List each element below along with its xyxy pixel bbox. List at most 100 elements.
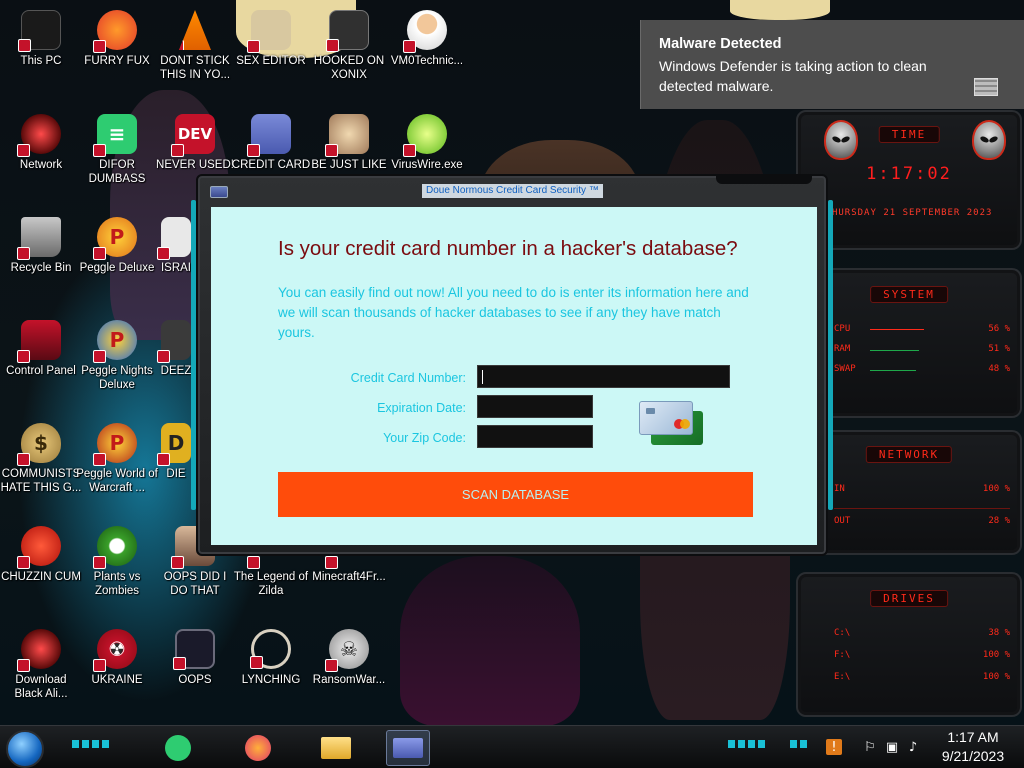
taskbar-chat-app[interactable] xyxy=(156,730,200,766)
editor-icon xyxy=(247,10,291,53)
drive-label: C:\ xyxy=(834,628,851,638)
cpu-row: CPU 56 % xyxy=(834,324,1010,336)
time-gadget-title: TIME xyxy=(878,126,940,143)
net-out-label: OUT xyxy=(834,516,851,526)
icon-label: DIFOR DUMBASS xyxy=(88,159,146,185)
window-titlebar[interactable]: Doue Normous Credit Card Security ™ xyxy=(198,182,826,200)
taskbar-clock[interactable]: 1:17 AM 9/21/2023 xyxy=(930,728,1016,766)
tray-flag-icon[interactable]: ⚐ xyxy=(862,739,878,755)
desktop-icon-this-pc[interactable]: This PC xyxy=(0,10,82,68)
credit-cards-image xyxy=(639,401,709,451)
icon-label: OOPS xyxy=(178,674,212,686)
drives-gadget: DRIVES C:\ 38 % F:\ 100 % E:\ 100 % xyxy=(796,572,1022,717)
zip-label: Your Zip Code: xyxy=(383,431,466,445)
desktop-icon-network[interactable]: Network xyxy=(0,114,82,172)
drive-row: E:\ 100 % xyxy=(834,672,1010,684)
swap-bar xyxy=(870,370,916,371)
swap-row: SWAP 48 % xyxy=(834,364,1010,376)
desktop-icon-peggle-deluxe[interactable]: P Peggle Deluxe xyxy=(76,217,158,275)
expiration-input[interactable] xyxy=(477,395,593,418)
desktop-icon-never-used[interactable]: DEV NEVER USED! xyxy=(154,114,236,172)
taskbar-firefox[interactable] xyxy=(236,730,280,766)
swap-value: 48 % xyxy=(988,364,1010,374)
icon-label: Network xyxy=(19,159,63,171)
desktop-icon-lynching[interactable]: LYNCHING xyxy=(230,629,312,687)
clock-time: 1:17 AM xyxy=(947,729,999,745)
window-frame-accent xyxy=(191,200,196,510)
peggle-wow-icon: P xyxy=(93,423,137,466)
chuzzle-icon xyxy=(17,526,61,569)
icon-label: COMMUNISTS HATE THIS G... xyxy=(0,468,82,494)
drive-value: 38 % xyxy=(988,628,1010,638)
drive-value: 100 % xyxy=(982,672,1010,682)
defender-castle-icon xyxy=(974,78,998,96)
desktop-icon-hooked-on-xonix[interactable]: HOOKED ON XONIX xyxy=(308,10,390,82)
chat-app-icon: ≡ xyxy=(93,114,137,157)
card-number-input[interactable] xyxy=(477,365,730,388)
zip-input[interactable] xyxy=(477,425,593,448)
taskbar-file-explorer[interactable] xyxy=(314,730,358,766)
gadget-clock: 1:17:02 xyxy=(866,164,952,184)
icon-label: LYNCHING xyxy=(241,674,301,686)
icon-label: Peggle World of Warcraft ... xyxy=(76,468,158,494)
tray-warning-icon[interactable]: ! xyxy=(826,739,842,755)
drive-row: C:\ 38 % xyxy=(834,628,1010,640)
desktop-icon-ukraine[interactable]: ☢ UKRAINE xyxy=(76,629,158,687)
window-title: Doue Normous Credit Card Security ™ xyxy=(422,184,603,198)
alien-head-icon xyxy=(824,120,858,160)
net-out-row: OUT 28 % xyxy=(834,516,1010,528)
intro-text: You can easily find out now! All you nee… xyxy=(278,285,749,340)
malware-notification[interactable]: Malware Detected Windows Defender is tak… xyxy=(640,20,1024,109)
card-chip xyxy=(646,408,655,414)
ram-bar xyxy=(870,350,919,351)
peggle-icon: P xyxy=(93,217,137,260)
desktop-icon-be-just-like[interactable]: BE JUST LIKE xyxy=(308,114,390,172)
cpu-value: 56 % xyxy=(988,324,1010,334)
desktop-icon-chuzzin[interactable]: CHUZZIN CUM xyxy=(0,526,82,584)
desktop-icon-control-panel[interactable]: Control Panel xyxy=(0,320,82,378)
icon-label: NEVER USED! xyxy=(156,159,234,171)
dev-cpp-icon: DEV xyxy=(171,114,215,157)
drives-gadget-title: DRIVES xyxy=(870,590,948,607)
radiation-icon: ☢ xyxy=(93,629,137,672)
desktop-icon-vm0technic[interactable]: VM0Technic... xyxy=(386,10,468,68)
desktop-icon-credit-card[interactable]: CREDIT CARD xyxy=(230,114,312,172)
icon-label: VM0Technic... xyxy=(390,55,464,67)
desktop-icon-download-black[interactable]: Download Black Ali... xyxy=(0,629,82,701)
drive-label: F:\ xyxy=(834,650,851,660)
firefox-icon xyxy=(245,735,271,761)
drive-value: 100 % xyxy=(982,650,1010,660)
credit-card-security-window: Doue Normous Credit Card Security ™ Is y… xyxy=(191,174,833,556)
desktop-icon-furry-fux[interactable]: FURRY FUX xyxy=(76,10,158,68)
desktop-icon-viruswire[interactable]: VirusWire.exe xyxy=(386,114,468,172)
icon-label: This PC xyxy=(20,55,62,67)
desktop-icon-recycle-bin[interactable]: Recycle Bin xyxy=(0,217,82,275)
icon-label: The Legend of Zilda xyxy=(233,571,309,597)
desktop-icon-communists[interactable]: $ COMMUNISTS HATE THIS G... xyxy=(0,423,82,495)
icon-label: RansomWar... xyxy=(312,674,386,686)
taskbar-credit-card-app[interactable] xyxy=(386,730,430,766)
desktop-icon-dont-stick[interactable]: DONT STICK THIS IN YO... xyxy=(154,10,236,82)
wallpaper-cartoon-face-2 xyxy=(730,0,830,20)
taskbar: ! ⚐ ▣ ♪ 1:17 AM 9/21/2023 xyxy=(0,725,1024,768)
net-in-label: IN xyxy=(834,484,845,494)
drive-row: F:\ 100 % xyxy=(834,650,1010,662)
monitor-icon xyxy=(173,629,215,670)
desktop-icon-difor-dumbass[interactable]: ≡ DIFOR DUMBASS xyxy=(76,114,158,186)
icon-label: UKRAINE xyxy=(91,674,143,686)
desktop-icon-peggle-wow[interactable]: P Peggle World of Warcraft ... xyxy=(76,423,158,495)
window-content: Is your credit card number in a hacker's… xyxy=(211,207,817,545)
icon-label: Peggle Nights Deluxe xyxy=(81,365,153,391)
tray-volume-icon[interactable]: ♪ xyxy=(905,739,921,755)
start-button[interactable] xyxy=(6,730,44,768)
taskbar-decoration xyxy=(790,740,810,748)
tray-network-icon[interactable]: ▣ xyxy=(884,739,900,755)
desktop-icon-peggle-nights[interactable]: P Peggle Nights Deluxe xyxy=(76,320,158,392)
desktop-icon-sex-editor[interactable]: SEX EDITOR xyxy=(230,10,312,68)
scan-database-button[interactable]: SCAN DATABASE xyxy=(278,472,753,517)
taskbar-decoration xyxy=(72,740,112,748)
desktop-icon-ransomware[interactable]: ☠ RansomWar... xyxy=(308,629,390,687)
desktop-icon-oops[interactable]: OOPS xyxy=(154,629,236,687)
desktop-icon-plants-vs-zombies[interactable]: Plants vs Zombies xyxy=(76,526,158,598)
folder-icon xyxy=(321,737,351,759)
